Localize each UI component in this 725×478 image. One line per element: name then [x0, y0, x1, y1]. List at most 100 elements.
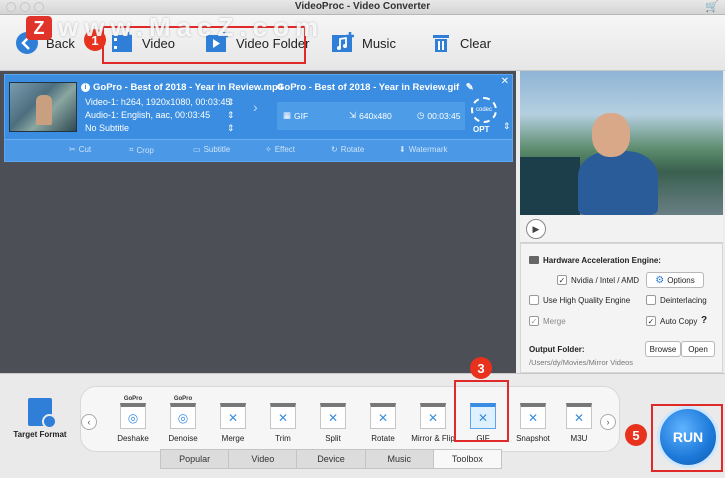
browse-button[interactable]: Browse: [645, 341, 681, 357]
open-button[interactable]: Open: [681, 341, 715, 357]
high-quality-label: Use High Quality Engine: [543, 296, 631, 305]
tool-deshake[interactable]: GoPro ◎ Deshake: [108, 396, 158, 443]
tool-split[interactable]: ✕ Split: [308, 403, 358, 443]
output-format: GIF: [294, 110, 309, 121]
tools-icon: ✕: [370, 403, 396, 429]
add-music-button[interactable]: Music: [330, 29, 396, 57]
subtitle-button[interactable]: ▭ Subtitle: [193, 145, 230, 154]
resolution-icon: ⇲: [349, 110, 357, 120]
annotation-highlight-gif: [454, 380, 509, 442]
remove-item-icon[interactable]: ✕: [501, 76, 509, 87]
clock-icon: ◷: [417, 110, 425, 120]
tab-toolbox[interactable]: Toolbox: [433, 449, 503, 469]
source-title: GoPro - Best of 2018 - Year in Review.mp…: [93, 82, 284, 93]
watermark-button[interactable]: ⬇ Watermark: [399, 145, 448, 154]
video-track[interactable]: Video-1: h264, 1920x1080, 00:03:45: [85, 97, 230, 107]
clear-button[interactable]: Clear: [428, 29, 491, 57]
rotate-button[interactable]: ↻ Rotate: [331, 145, 364, 154]
merge-label: Merge: [543, 317, 566, 326]
video-preview[interactable]: [520, 71, 723, 215]
play-button[interactable]: ▶: [526, 219, 546, 239]
category-tabs: Popular Video Device Music Toolbox: [160, 449, 503, 469]
crop-icon: ⌗: [129, 145, 134, 154]
options-button[interactable]: ⚙ Options: [646, 272, 704, 288]
codec-options-button[interactable]: codec: [471, 97, 497, 123]
tab-device[interactable]: Device: [297, 449, 366, 469]
clear-label: Clear: [460, 35, 492, 51]
cart-icon[interactable]: 🛒: [705, 1, 719, 13]
scissors-icon: ✂: [69, 145, 76, 154]
output-folder-title: Output Folder:: [529, 345, 585, 354]
macz-logo: Z: [26, 16, 52, 40]
tools-icon: ✕: [270, 403, 296, 429]
tool-rotate[interactable]: ✕ Rotate: [358, 403, 408, 443]
target-format-button[interactable]: Target Format: [10, 398, 70, 439]
subtitle-selector-icon[interactable]: ⇕: [227, 123, 235, 134]
video-thumbnail[interactable]: [9, 82, 77, 132]
opt-spinner-icon[interactable]: ⇕: [503, 121, 511, 132]
crop-button[interactable]: ⌗ Crop: [129, 145, 154, 155]
output-info-box: ▦ GIF ⇲ 640x480 ◷ 00:03:45: [277, 102, 465, 130]
deshake-icon: GoPro ◎: [120, 396, 146, 429]
chevron-left-icon: ‹: [87, 417, 91, 427]
info-icon[interactable]: i: [81, 82, 90, 92]
target-format-label: Target Format: [13, 430, 67, 439]
video-track-selector-icon[interactable]: ⇕: [227, 97, 235, 108]
tab-video[interactable]: Video: [229, 449, 298, 469]
merge-checkbox[interactable]: ✓: [529, 316, 539, 326]
auto-copy-label: Auto Copy: [660, 317, 698, 326]
edit-toolbar: ✂ Cut ⌗ Crop ▭ Subtitle ✧ Effect ↻ Rotate ⬇ Wa…: [5, 139, 512, 161]
carousel-prev-button[interactable]: ‹: [81, 414, 97, 430]
annotation-highlight-run: [651, 404, 723, 472]
denoise-icon: GoPro ◎: [170, 396, 196, 429]
annotation-badge-5: 5: [625, 424, 647, 446]
effect-button[interactable]: ✧ Effect: [265, 145, 295, 154]
chip-icon: [529, 256, 539, 264]
output-folder-path: /Users/dy/Movies/Mirror Videos: [529, 358, 634, 367]
tools-icon: ✕: [320, 403, 346, 429]
auto-copy-checkbox[interactable]: ✓: [646, 316, 656, 326]
toolbox-carousel: ‹ GoPro ◎ Deshake GoPro ◎ Denoise ✕ Merge …: [80, 386, 620, 452]
high-quality-checkbox[interactable]: [529, 295, 539, 305]
tool-snapshot[interactable]: ✕ Snapshot: [508, 403, 558, 443]
settings-panel: Hardware Acceleration Engine: ✓ Nvidia /…: [520, 243, 723, 373]
watermark-text: www.MacZ.com: [58, 12, 325, 42]
rotate-icon: ↻: [331, 145, 338, 154]
window-title: VideoProc - Video Converter: [294, 1, 431, 12]
deinterlacing-label: Deinterlacing: [660, 296, 707, 305]
carousel-next-button[interactable]: ›: [600, 414, 616, 430]
add-music-icon: [330, 30, 356, 56]
hw-accel-title: Hardware Acceleration Engine:: [543, 256, 661, 265]
tool-merge[interactable]: ✕ Merge: [208, 403, 258, 443]
subtitle-track[interactable]: No Subtitle: [85, 123, 129, 133]
deinterlacing-checkbox[interactable]: [646, 295, 656, 305]
play-icon: ▶: [532, 223, 540, 234]
audio-track[interactable]: Audio-1: English, aac, 00:03:45: [85, 110, 210, 120]
nvidia-checkbox[interactable]: ✓: [557, 275, 567, 285]
tools-icon: ✕: [566, 403, 592, 429]
target-format-icon: [28, 398, 57, 429]
chevron-right-icon: ›: [606, 417, 610, 427]
tool-mirror-flip[interactable]: ✕ Mirror & Flip: [408, 403, 458, 443]
tab-music[interactable]: Music: [365, 449, 434, 469]
video-list-item[interactable]: i GoPro - Best of 2018 - Year in Review.m…: [4, 74, 513, 162]
audio-track-selector-icon[interactable]: ⇕: [227, 110, 235, 121]
opt-label: OPT: [473, 125, 490, 134]
tool-trim[interactable]: ✕ Trim: [258, 403, 308, 443]
output-title[interactable]: GoPro - Best of 2018 - Year in Review.gi…: [277, 82, 459, 93]
codec-icon: codec: [475, 107, 492, 113]
tool-denoise[interactable]: GoPro ◎ Denoise: [158, 396, 208, 443]
cut-button[interactable]: ✂ Cut: [69, 145, 91, 154]
output-duration: 00:03:45: [427, 110, 461, 121]
tool-m3u[interactable]: ✕ M3U: [554, 403, 604, 443]
tools-icon: ✕: [520, 403, 546, 429]
music-label: Music: [362, 35, 396, 51]
help-icon[interactable]: ?: [701, 315, 707, 326]
film-icon: ▦: [283, 110, 292, 120]
annotation-badge-3: 3: [470, 357, 492, 379]
tools-icon: ✕: [220, 403, 246, 429]
output-resolution: 640x480: [359, 110, 392, 121]
tab-popular[interactable]: Popular: [160, 449, 230, 469]
edit-name-icon[interactable]: ✎: [466, 82, 474, 93]
video-list-area: i GoPro - Best of 2018 - Year in Review.m…: [0, 71, 516, 373]
